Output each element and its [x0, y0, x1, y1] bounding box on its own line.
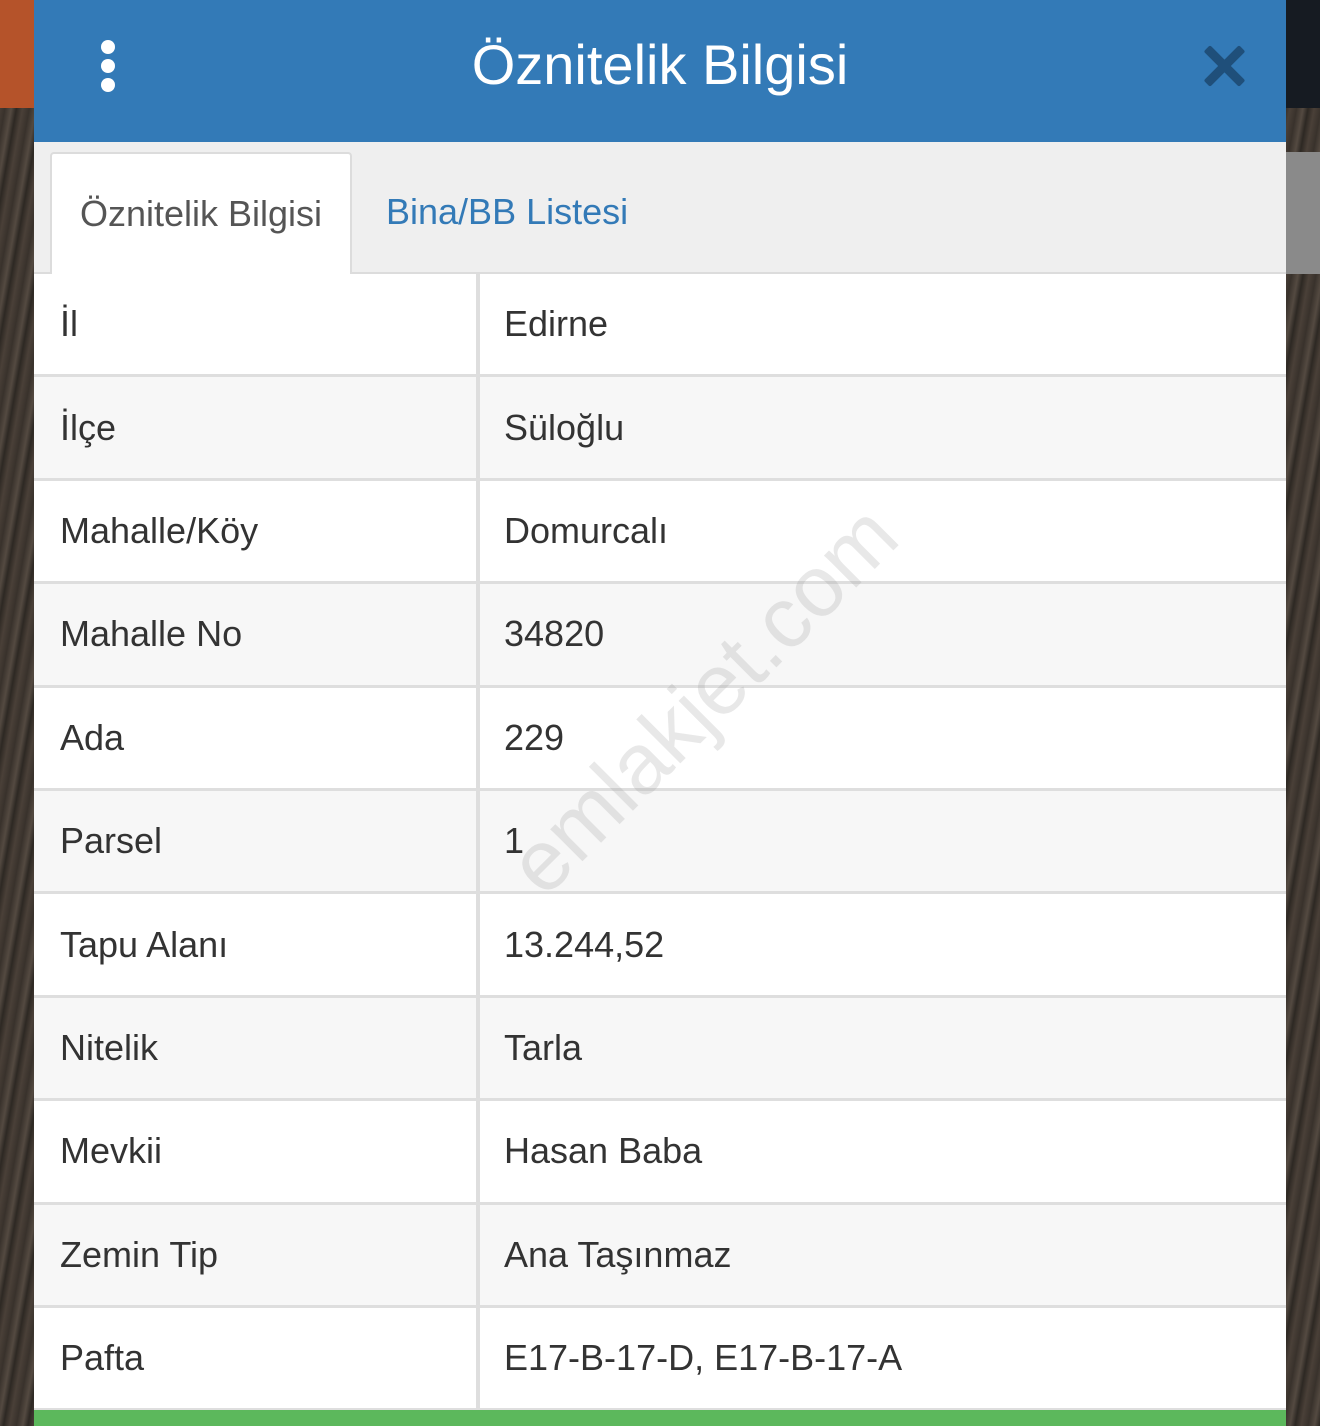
- table-row: Nitelik Tarla: [34, 997, 1286, 1102]
- attribute-value: Süloğlu: [480, 377, 1286, 478]
- attribute-value: Tarla: [480, 997, 1286, 1099]
- attribute-value: E17-B-17-D, E17-B-17-A: [480, 1307, 1286, 1409]
- attribute-value: 229: [480, 687, 1286, 788]
- attribute-key: Mahalle/Köy: [34, 480, 480, 582]
- table-row: Pafta E17-B-17-D, E17-B-17-A: [34, 1307, 1286, 1412]
- table-row: Mahalle/Köy Domurcalı: [34, 480, 1286, 585]
- tab-attribute-info[interactable]: Öznitelik Bilgisi: [50, 152, 352, 274]
- attribute-value: 1: [480, 790, 1286, 892]
- close-icon[interactable]: [1202, 44, 1246, 88]
- attribute-info-panel: Öznitelik Bilgisi Öznitelik Bilgisi Bina…: [34, 0, 1286, 1426]
- table-row: Ada 229: [34, 687, 1286, 791]
- table-row: Parsel 1: [34, 790, 1286, 895]
- attribute-value: Ana Taşınmaz: [480, 1204, 1286, 1305]
- table-row: Mahalle No 34820: [34, 584, 1286, 688]
- attribute-key: Pafta: [34, 1307, 480, 1409]
- attribute-value: Domurcalı: [480, 480, 1286, 582]
- table-row: İlçe Süloğlu: [34, 377, 1286, 481]
- attribute-key: Mevkii: [34, 1101, 480, 1202]
- attribute-value: 34820: [480, 584, 1286, 685]
- background-dark-strip: [1280, 0, 1320, 108]
- tab-bar: Öznitelik Bilgisi Bina/BB Listesi: [34, 142, 1286, 274]
- table-row: Zemin Tip Ana Taşınmaz: [34, 1204, 1286, 1308]
- panel-title: Öznitelik Bilgisi: [471, 33, 849, 96]
- table-row: Tapu Alanı 13.244,52: [34, 894, 1286, 998]
- attribute-key: İlçe: [34, 377, 480, 478]
- attribute-key: Nitelik: [34, 997, 480, 1099]
- panel-header: Öznitelik Bilgisi: [34, 0, 1286, 142]
- tab-building-list[interactable]: Bina/BB Listesi: [386, 152, 686, 274]
- background-grey-strip: [1280, 152, 1320, 274]
- attribute-key: Mahalle No: [34, 584, 480, 685]
- attribute-value: Edirne: [480, 274, 1286, 375]
- attribute-key: İl: [34, 274, 480, 375]
- attribute-table: İl Edirne İlçe Süloğlu Mahalle/Köy Domur…: [34, 274, 1286, 1412]
- attribute-value: Hasan Baba: [480, 1101, 1286, 1202]
- footer-green-bar: [34, 1410, 1286, 1426]
- attribute-key: Parsel: [34, 790, 480, 892]
- attribute-key: Tapu Alanı: [34, 894, 480, 995]
- table-row: Mevkii Hasan Baba: [34, 1101, 1286, 1205]
- attribute-value: 13.244,52: [480, 894, 1286, 995]
- table-row: İl Edirne: [34, 274, 1286, 378]
- attribute-key: Ada: [34, 687, 480, 788]
- attribute-key: Zemin Tip: [34, 1204, 480, 1305]
